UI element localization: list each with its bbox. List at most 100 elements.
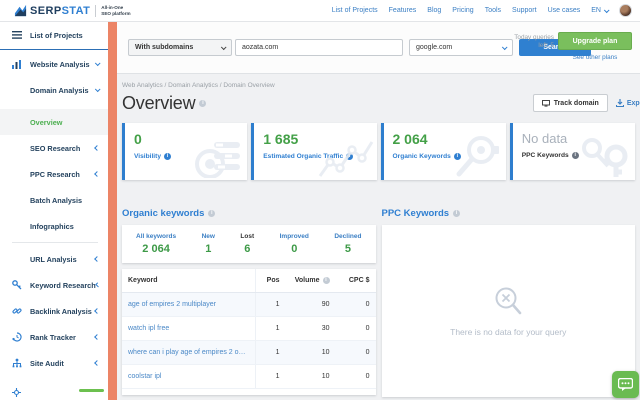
keys-watermark-icon: [582, 138, 628, 177]
chevron-down-icon: [220, 43, 227, 50]
domain-query-input[interactable]: [235, 39, 403, 56]
sidebar-item-website-analysis[interactable]: Website Analysis: [0, 51, 108, 77]
top-bar: SERPSTAT All-in-One SEO platform List of…: [0, 0, 640, 22]
organic-keywords-heading: Organic keywords i: [122, 207, 376, 219]
chat-widget-button[interactable]: [612, 371, 639, 398]
nav-list-of-projects[interactable]: List of Projects: [332, 7, 378, 14]
sidebar-item-backlink-analysis[interactable]: Backlink Analysis: [0, 298, 108, 324]
info-icon[interactable]: i: [453, 209, 461, 217]
chevron-left-icon: [94, 334, 100, 340]
logo-divider: [95, 4, 97, 17]
upgrade-plan-button[interactable]: Upgrade plan: [558, 32, 632, 50]
metric-cards: 0 Visibility i 1 685 Estimated Organic Tr…: [122, 123, 635, 180]
top-nav: List of Projects Features Blog Pricing T…: [332, 4, 640, 17]
card-organic-keywords[interactable]: 2 064 Organic Keywords i: [380, 123, 506, 180]
nav-features[interactable]: Features: [389, 7, 417, 14]
no-results-magnifier-icon: [495, 287, 522, 314]
chevron-left-icon: [94, 145, 100, 151]
chevron-down-icon: [94, 60, 101, 67]
nav-use-cases[interactable]: Use cases: [548, 7, 581, 14]
link-icon: [12, 306, 30, 316]
chevron-left-icon: [94, 256, 100, 262]
export-link[interactable]: Export: [615, 99, 640, 107]
table-header-row: Keyword Pos Volume i CPC $: [122, 269, 376, 293]
sidebar-cut-icon: [12, 384, 21, 400]
see-other-plans-link[interactable]: See other plans: [573, 54, 618, 61]
new-badge-partial: [79, 389, 104, 392]
nav-pricing[interactable]: Pricing: [452, 7, 473, 14]
sidebar-item-ppc-research[interactable]: PPC Research: [0, 161, 108, 187]
card-ppc-keywords[interactable]: No data PPC Keywords i: [509, 123, 635, 180]
bar-chart-icon: [12, 59, 30, 69]
sidebar-item-infographics[interactable]: Infographics: [0, 213, 108, 239]
table-row: coolstar ipl 1 10 0: [122, 364, 376, 389]
track-domain-button[interactable]: Track domain: [532, 94, 608, 112]
table-row: age of empires 2 multiplayer 1 90 0: [122, 292, 376, 317]
nav-tools[interactable]: Tools: [485, 7, 501, 14]
keyword-link[interactable]: coolstar ipl: [122, 364, 256, 389]
language-selector[interactable]: EN: [591, 6, 610, 14]
breadcrumb: Web Analytics / Domain Analytics / Domai…: [122, 82, 275, 89]
monitor-icon: [541, 99, 550, 107]
info-icon[interactable]: i: [322, 277, 330, 284]
brand-text: SERPSTAT: [30, 4, 91, 17]
nav-blog[interactable]: Blog: [427, 7, 441, 14]
stat-improved[interactable]: Improved 0: [280, 233, 309, 255]
col-volume[interactable]: Volume i: [285, 269, 336, 293]
key-icon: [12, 280, 30, 290]
app-root: SERPSTAT All-in-One SEO platform List of…: [0, 0, 640, 400]
sitemap-icon: [12, 358, 30, 368]
table-row: watch ipl free 1 30 0: [122, 316, 376, 341]
nav-support[interactable]: Support: [512, 7, 537, 14]
card-organic-traffic[interactable]: 1 685 Estimated Organic Traffic i: [251, 123, 377, 180]
info-icon[interactable]: i: [199, 99, 207, 107]
search-engine-select[interactable]: google.com: [409, 39, 513, 56]
sidebar-divider: [12, 242, 98, 243]
sidebar-item-keyword-research[interactable]: Keyword Research: [0, 272, 108, 298]
chevron-down-icon: [501, 43, 508, 50]
query-quota: Today queries left: 5: [514, 34, 554, 49]
chat-icon: [618, 378, 633, 391]
magnifier-watermark-icon: [456, 136, 499, 177]
keyword-link[interactable]: where can i play age of empires 2 online: [122, 340, 256, 365]
stat-new[interactable]: New 1: [202, 233, 215, 255]
chevron-left-icon: [94, 360, 100, 366]
target-watermark-icon: [195, 142, 241, 178]
chevron-down-icon: [603, 6, 610, 13]
line-chart-watermark-icon: [318, 141, 373, 177]
sidebar-list-of-projects[interactable]: List of Projects: [0, 22, 108, 48]
serpstat-logo[interactable]: SERPSTAT All-in-One SEO platform: [14, 4, 131, 17]
hamburger-icon[interactable]: [12, 31, 30, 39]
sidebar-item-domain-analysis[interactable]: Domain Analysis: [0, 77, 108, 103]
organic-stats: All keywords 2 064 New 1 Lost 6 Improved…: [122, 225, 376, 263]
sidebar-resize-bar[interactable]: [108, 22, 117, 400]
sidebar-item-url-analysis[interactable]: URL Analysis: [0, 246, 108, 272]
subdomain-mode-select[interactable]: With subdomains: [128, 39, 232, 56]
chevron-down-icon: [94, 86, 101, 93]
info-icon[interactable]: i: [208, 209, 216, 217]
sidebar-item-seo-research[interactable]: SEO Research: [0, 135, 108, 161]
col-pos[interactable]: Pos: [255, 269, 286, 293]
organic-keywords-table: Keyword Pos Volume i CPC $ age of empires…: [122, 269, 376, 395]
col-cpc[interactable]: CPC $: [335, 269, 376, 293]
sidebar-item-site-audit[interactable]: Site Audit: [0, 350, 108, 376]
stat-declined[interactable]: Declined 5: [334, 233, 361, 255]
sidebar-item-rank-tracker[interactable]: Rank Tracker: [0, 324, 108, 350]
card-visibility[interactable]: 0 Visibility i: [122, 123, 248, 180]
col-keyword[interactable]: Keyword: [122, 269, 256, 293]
sidebar-item-overview[interactable]: Overview: [0, 109, 108, 135]
sidebar-item-batch-analysis[interactable]: Batch Analysis: [0, 187, 108, 213]
info-icon[interactable]: i: [164, 153, 171, 160]
stat-all-keywords[interactable]: All keywords 2 064: [136, 233, 176, 255]
ppc-keywords-section: PPC Keywords i There is no data for your…: [381, 207, 636, 397]
serpstat-logo-icon: [14, 4, 27, 17]
ppc-empty-state: There is no data for your query: [381, 225, 635, 397]
user-avatar[interactable]: [619, 4, 632, 17]
brand-tagline: All-in-One SEO platform: [101, 5, 131, 16]
stat-lost[interactable]: Lost 6: [240, 233, 254, 255]
keyword-link[interactable]: watch ipl free: [122, 316, 256, 341]
ppc-keywords-heading: PPC Keywords i: [382, 207, 636, 219]
chevron-left-icon: [94, 308, 100, 314]
table-row: where can i play age of empires 2 online…: [122, 340, 376, 365]
keyword-link[interactable]: age of empires 2 multiplayer: [122, 292, 256, 317]
